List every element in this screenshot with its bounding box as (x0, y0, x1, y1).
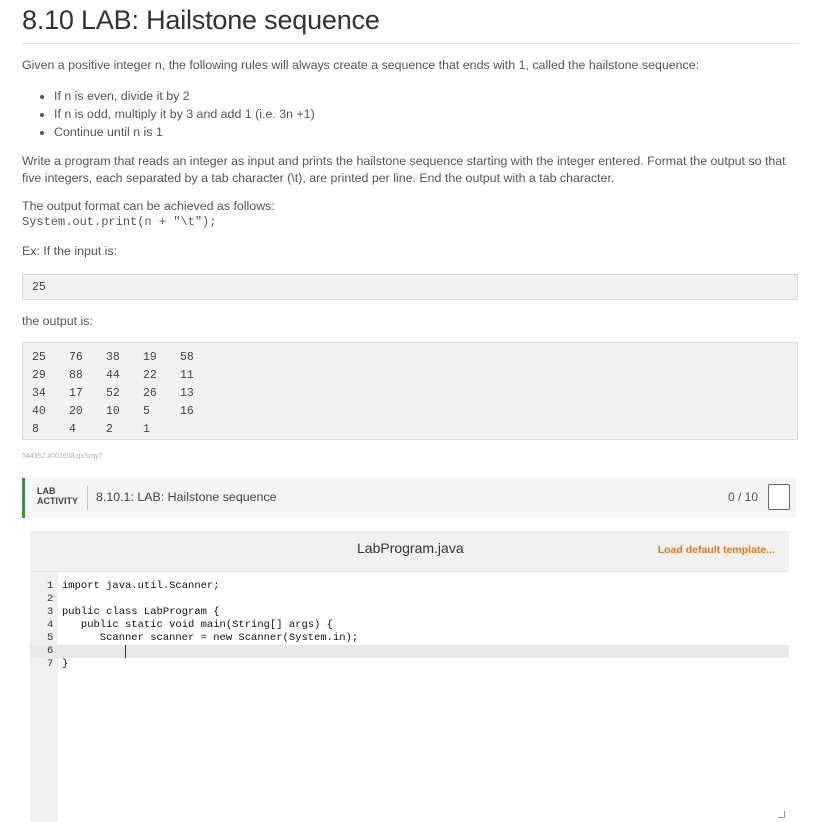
resize-handle-icon[interactable] (778, 811, 785, 818)
output-row: 40 20 10 5 16 (32, 402, 217, 420)
output-cell: 8 (32, 422, 39, 436)
lab-label-line2: ACTIVITY (37, 496, 79, 506)
instructions-text: Write a program that reads an integer as… (22, 154, 786, 185)
example-input-value: 25 (32, 281, 46, 294)
output-row: 25 76 38 19 58 (32, 348, 217, 366)
output-cell: 52 (106, 386, 120, 400)
output-cell: 11 (180, 368, 194, 382)
content-tag: 544352.4001658.qx3zqy7 (22, 453, 103, 460)
output-cell: 16 (180, 404, 194, 418)
code-line[interactable]: 7 } (30, 658, 789, 671)
output-cell: 13 (180, 386, 194, 400)
lab-title: 8.10.1: LAB: Hailstone sequence (96, 490, 277, 504)
code-editor[interactable]: 1 import java.util.Scanner; 2 3 public c… (30, 571, 789, 822)
example-label: Ex: If the input is: (22, 244, 118, 258)
output-cell: 44 (106, 368, 120, 382)
output-cell: 5 (143, 404, 150, 418)
output-cell (180, 420, 217, 438)
output-cell: 22 (143, 368, 157, 382)
line-number: 4 (47, 619, 54, 631)
output-cell: 1 (143, 422, 150, 436)
code-line[interactable]: 2 (30, 593, 789, 606)
code-text: public class LabProgram { (62, 606, 220, 618)
output-cell: 34 (32, 386, 46, 400)
code-text: } (62, 658, 69, 670)
code-line[interactable]: 1 import java.util.Scanner; (30, 580, 789, 593)
line-number: 7 (47, 658, 54, 670)
output-label: the output is: (22, 314, 93, 328)
code-line-active[interactable]: 6 (30, 645, 789, 658)
lab-separator (87, 486, 88, 510)
file-name: LabProgram.java (357, 540, 464, 556)
output-cell: 19 (143, 350, 157, 364)
output-cell: 17 (69, 386, 83, 400)
code-text: Scanner scanner = new Scanner(System.in)… (62, 632, 359, 644)
output-cell: 40 (32, 404, 46, 418)
lab-activity-header: LAB ACTIVITY 8.10.1: LAB: Hailstone sequ… (22, 478, 796, 518)
output-cell: 58 (180, 350, 194, 364)
line-number: 5 (47, 632, 54, 644)
output-row: 29 88 44 22 11 (32, 366, 217, 384)
rules-list: If n is even, divide it by 2 If n is odd… (22, 87, 315, 141)
code-line[interactable]: 4 public static void main(String[] args)… (30, 619, 789, 632)
output-cell: 76 (69, 350, 83, 364)
code-line[interactable]: 5 Scanner scanner = new Scanner(System.i… (30, 632, 789, 645)
output-row: 34 17 52 26 13 (32, 384, 217, 402)
lab-activity-label: LAB ACTIVITY (37, 486, 78, 506)
code-line[interactable]: 3 public class LabProgram { (30, 606, 789, 619)
score-text: 0 / 10 (727, 490, 758, 504)
score-badge-icon (768, 484, 790, 510)
output-table: 25 76 38 19 58 29 88 44 22 11 34 17 52 2… (32, 348, 217, 438)
format-text: The output format can be achieved as fol… (22, 199, 275, 213)
output-cell: 4 (69, 422, 76, 436)
intro-text: Given a positive integer n, the followin… (22, 58, 700, 72)
output-cell: 10 (106, 404, 120, 418)
load-default-template-link[interactable]: Load default template... (658, 544, 775, 556)
code-editor-panel: LabProgram.java Load default template...… (30, 531, 789, 822)
output-row: 8 4 2 1 (32, 420, 217, 438)
text-cursor (125, 645, 126, 658)
line-number: 1 (47, 580, 54, 592)
line-number: 6 (47, 645, 54, 657)
example-output-box: 25 76 38 19 58 29 88 44 22 11 34 17 52 2… (22, 342, 798, 440)
page-title: 8.10 LAB: Hailstone sequence (22, 5, 380, 35)
output-cell: 2 (106, 422, 113, 436)
code-text: public static void main(String[] args) { (62, 619, 333, 631)
title-divider (22, 43, 799, 44)
rule-item: If n is even, divide it by 2 (54, 87, 315, 105)
line-number: 2 (47, 593, 54, 605)
example-input-box: 25 (22, 274, 798, 300)
output-cell: 88 (69, 368, 83, 382)
output-cell: 38 (106, 350, 120, 364)
rule-item: Continue until n is 1 (54, 123, 315, 141)
lab-label-line1: LAB (37, 486, 56, 496)
output-cell: 26 (143, 386, 157, 400)
rule-item: If n is odd, multiply it by 3 and add 1 … (54, 105, 315, 123)
output-cell: 29 (32, 368, 46, 382)
code-text: import java.util.Scanner; (62, 580, 220, 592)
output-cell: 25 (32, 350, 46, 364)
line-number: 3 (47, 606, 54, 618)
format-code: System.out.print(n + "\t"); (22, 215, 217, 229)
output-cell: 20 (69, 404, 83, 418)
